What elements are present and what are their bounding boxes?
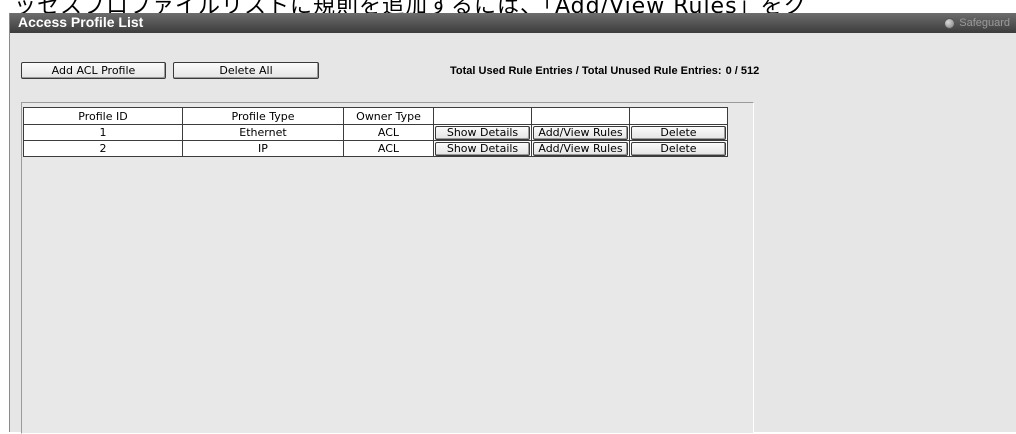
add-view-rules-button[interactable]: Add/View Rules xyxy=(533,141,628,156)
cell-add-view-rules: Add/View Rules xyxy=(531,124,630,141)
access-profile-window: Access Profile List Safeguard Add ACL Pr… xyxy=(9,13,1016,434)
header-blank-2 xyxy=(531,107,630,125)
cell-delete: Delete xyxy=(629,124,728,141)
show-details-button[interactable]: Show Details xyxy=(435,125,530,140)
add-view-rules-button[interactable]: Add/View Rules xyxy=(533,125,628,140)
cell-profile-id: 2 xyxy=(23,140,183,157)
background-caption: ッセスプロファイルリストに規則を追加するには、「Add/View Rules」を… xyxy=(0,0,1016,14)
delete-button[interactable]: Delete xyxy=(631,141,726,156)
safeguard-icon xyxy=(944,17,956,29)
cell-profile-type: Ethernet xyxy=(182,124,344,141)
header-blank-1 xyxy=(433,107,532,125)
background-caption-text: ッセスプロファイルリストに規則を追加するには、「Add/View Rules」を… xyxy=(14,0,807,14)
cell-owner-type: ACL xyxy=(343,140,434,157)
delete-button[interactable]: Delete xyxy=(631,125,726,140)
cell-show-details: Show Details xyxy=(433,124,532,141)
rule-entries-value: 0 / 512 xyxy=(725,65,760,77)
header-owner-type: Owner Type xyxy=(343,107,434,125)
header-profile-id: Profile ID xyxy=(23,107,183,125)
show-details-button[interactable]: Show Details xyxy=(435,141,530,156)
table-row: 2 IP ACL Show Details Add/View Rules Del… xyxy=(23,140,728,157)
cell-delete: Delete xyxy=(629,140,728,157)
table-row: 1 Ethernet ACL Show Details Add/View Rul… xyxy=(23,124,728,141)
safeguard-label: Safeguard xyxy=(959,17,1010,29)
cell-owner-type: ACL xyxy=(343,124,434,141)
delete-all-button[interactable]: Delete All xyxy=(173,62,319,79)
profile-list-panel: Profile ID Profile Type Owner Type 1 Eth… xyxy=(21,102,754,434)
cell-profile-id: 1 xyxy=(23,124,183,141)
table-header-row: Profile ID Profile Type Owner Type xyxy=(23,107,728,125)
rule-entries-label: Total Used Rule Entries / Total Unused R… xyxy=(450,65,722,77)
cell-profile-type: IP xyxy=(182,140,344,157)
safeguard-indicator[interactable]: Safeguard xyxy=(944,16,1010,30)
rule-entries-summary: Total Used Rule Entries / Total Unused R… xyxy=(450,65,759,77)
profile-table: Profile ID Profile Type Owner Type 1 Eth… xyxy=(23,107,728,157)
cell-show-details: Show Details xyxy=(433,140,532,157)
page-title: Access Profile List xyxy=(18,14,144,30)
cell-add-view-rules: Add/View Rules xyxy=(531,140,630,157)
header-profile-type: Profile Type xyxy=(182,107,344,125)
title-bar: Access Profile List Safeguard xyxy=(10,13,1016,33)
add-acl-profile-button[interactable]: Add ACL Profile xyxy=(21,62,166,79)
header-blank-3 xyxy=(629,107,728,125)
